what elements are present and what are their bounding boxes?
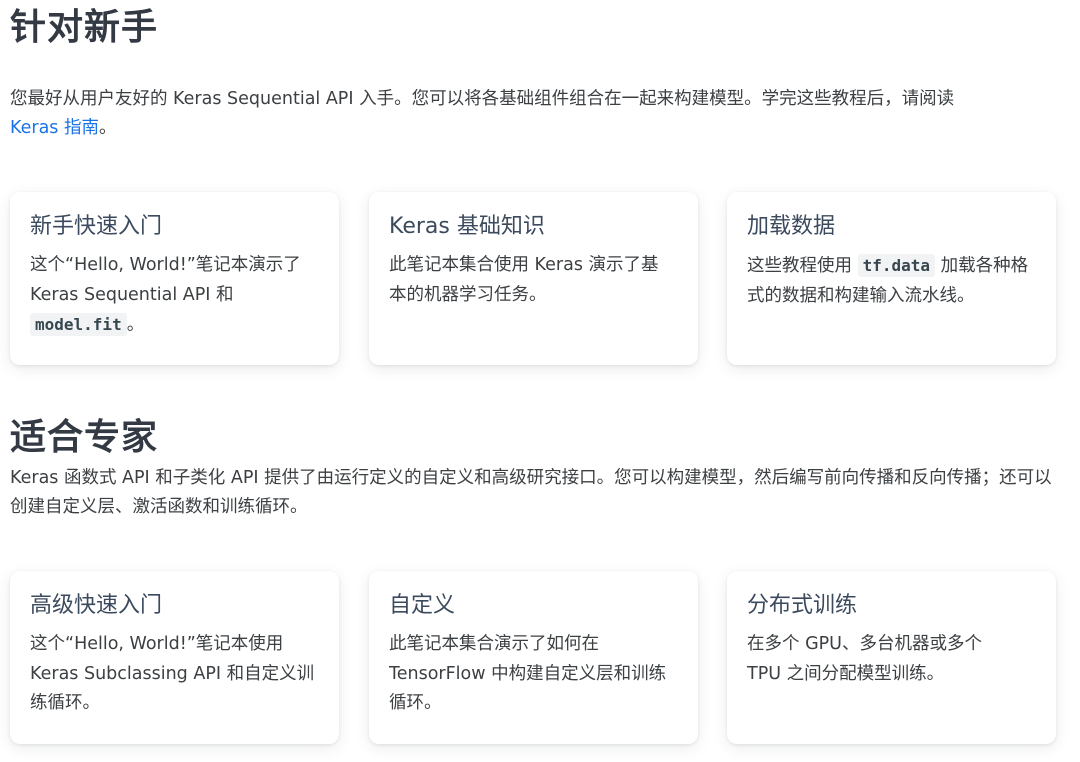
card-distributed-training[interactable]: 分布式训练 在多个 GPU、多台机器或多个 TPU 之间分配模型训练。 (727, 571, 1056, 744)
card-description: 此笔记本集合使用 Keras 演示了基本的机器学习任务。 (389, 255, 659, 305)
experts-heading: 适合专家 (10, 417, 159, 458)
card-description: 此笔记本集合演示了如何在 TensorFlow 中构建自定义层和训练循环。 (389, 634, 667, 713)
card-title: 自定义 (389, 593, 456, 618)
card-beginner-quickstart[interactable]: 新手快速入门 这个“Hello, World!”笔记本演示了 Keras Seq… (10, 192, 339, 365)
card-load-data[interactable]: 加载数据 这些教程使用 tf.data 加载各种格式的数据和构建输入流水线。 (727, 192, 1056, 365)
card-text: 这个“Hello, World!”笔记本演示了 Keras Sequential… (30, 255, 301, 305)
card-text-end: 。 (126, 315, 145, 335)
beginners-intro-text: 您最好从用户友好的 Keras Sequential API 入手。您可以将各基… (10, 89, 955, 109)
card-title: 加载数据 (747, 214, 836, 239)
card-description: 在多个 GPU、多台机器或多个 TPU 之间分配模型训练。 (747, 634, 982, 684)
experts-intro: Keras 函数式 API 和子类化 API 提供了由运行定义的自定义和高级研究… (10, 468, 1052, 517)
beginners-intro-end: 。 (98, 118, 117, 138)
beginners-intro: 您最好从用户友好的 Keras Sequential API 入手。您可以将各基… (10, 85, 1060, 143)
card-title: 高级快速入门 (30, 593, 163, 618)
card-title: Keras 基础知识 (389, 214, 545, 239)
card-title: 新手快速入门 (30, 214, 163, 239)
keras-guide-link[interactable]: Keras 指南 (10, 118, 99, 138)
card-description: 这个“Hello, World!”笔记本使用 Keras Subclassing… (30, 634, 315, 713)
card-keras-basics[interactable]: Keras 基础知识 此笔记本集合使用 Keras 演示了基本的机器学习任务。 (369, 192, 698, 365)
card-description: 这些教程使用 tf.data 加载各种格式的数据和构建输入流水线。 (747, 251, 1036, 311)
card-description: 这个“Hello, World!”笔记本演示了 Keras Sequential… (30, 251, 319, 341)
card-expert-quickstart[interactable]: 高级快速入门 这个“Hello, World!”笔记本使用 Keras Subc… (10, 571, 339, 744)
card-code: tf.data (857, 254, 936, 277)
card-text: 这些教程使用 (747, 256, 852, 276)
card-code: model.fit (30, 313, 127, 336)
card-title: 分布式训练 (747, 593, 858, 618)
card-customization[interactable]: 自定义 此笔记本集合演示了如何在 TensorFlow 中构建自定义层和训练循环… (369, 571, 698, 744)
beginners-heading: 针对新手 (10, 7, 159, 48)
